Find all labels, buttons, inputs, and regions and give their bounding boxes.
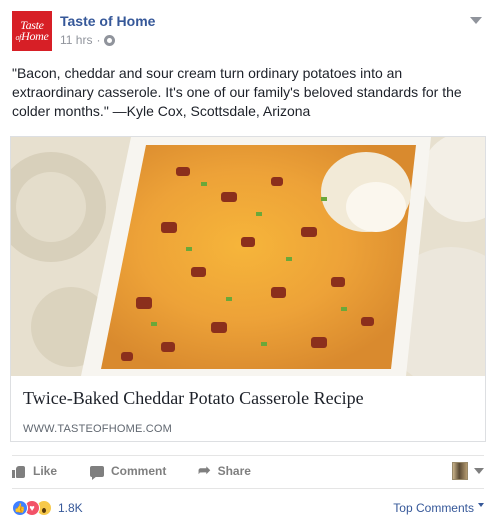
- reactions-summary[interactable]: 👍 ♥ 1.8K: [12, 499, 83, 517]
- comment-icon: [90, 465, 104, 480]
- casserole-photo[interactable]: [11, 137, 485, 376]
- logo-line-2: ofHome: [15, 28, 49, 43]
- link-title[interactable]: Twice-Baked Cheddar Potato Casserole Rec…: [23, 388, 473, 409]
- link-domain[interactable]: WWW.TASTEOFHOME.COM: [23, 423, 172, 435]
- chevron-down-icon: [478, 503, 484, 507]
- timestamp[interactable]: 11 hrs: [60, 33, 92, 47]
- comment-button[interactable]: Comment: [90, 464, 167, 480]
- share-arrow-icon: ➦: [198, 462, 211, 479]
- like-reaction-icon: 👍: [12, 500, 28, 516]
- comment-label: Comment: [111, 464, 167, 478]
- chevron-down-icon: [474, 468, 484, 474]
- top-comments-label: Top Comments: [393, 501, 474, 515]
- like-label: Like: [33, 464, 58, 478]
- globe-icon[interactable]: [104, 34, 116, 46]
- avatar: [452, 462, 468, 480]
- like-button[interactable]: Like: [12, 464, 57, 478]
- post-text: "Bacon, cheddar and sour cream turn ordi…: [12, 65, 462, 119]
- posting-as-selector[interactable]: [452, 462, 484, 480]
- page-logo[interactable]: Taste ofHome: [12, 11, 52, 51]
- facebook-post: Taste ofHome Taste of Home 11 hrs · "Bac…: [0, 0, 496, 525]
- casserole-image-drawing: [11, 137, 485, 376]
- reaction-count[interactable]: 1.8K: [58, 501, 83, 515]
- share-button[interactable]: ➦ Share: [198, 462, 251, 479]
- thumbs-up-icon: [12, 465, 26, 478]
- post-header: Taste ofHome Taste of Home 11 hrs ·: [12, 11, 484, 53]
- chevron-down-icon[interactable]: [470, 17, 482, 24]
- share-label: Share: [217, 464, 251, 478]
- meta-separator: ·: [96, 33, 101, 47]
- page-name[interactable]: Taste of Home: [60, 13, 155, 29]
- link-preview-card[interactable]: Twice-Baked Cheddar Potato Casserole Rec…: [10, 136, 486, 442]
- post-meta: 11 hrs ·: [60, 33, 116, 47]
- action-bar: Like Comment ➦ Share: [12, 455, 484, 489]
- top-comments-dropdown[interactable]: Top Comments: [393, 501, 484, 515]
